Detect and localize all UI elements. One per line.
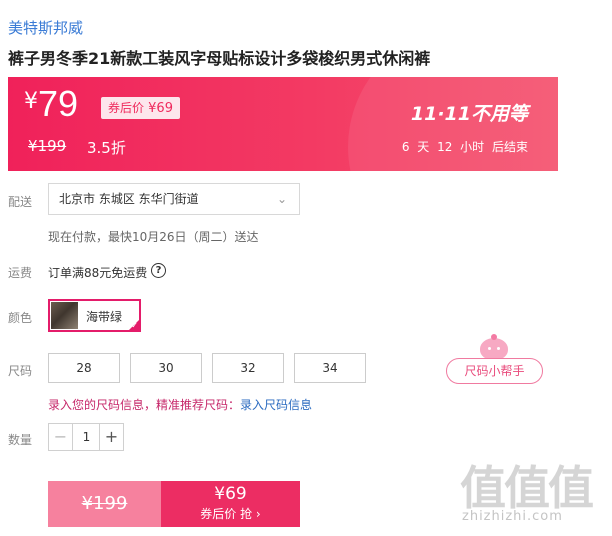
countdown-timer: 6 天 12 小时 后结束: [401, 140, 528, 154]
quantity-stepper: − 1 +: [48, 423, 124, 451]
plus-icon[interactable]: +: [99, 424, 123, 450]
address-select[interactable]: 北京市 东城区 东华门街道 ⌄: [48, 183, 300, 215]
color-option-selected[interactable]: 海带绿 ✓: [48, 299, 141, 332]
size-option-28[interactable]: 28: [48, 353, 120, 383]
size-prompt: 录入您的尺码信息，精准推荐尺码：录入尺码信息: [48, 396, 312, 413]
watermark-url: zhizhizhi.com: [462, 509, 563, 524]
size-option-34[interactable]: 34: [294, 353, 366, 383]
minus-icon[interactable]: −: [49, 424, 73, 450]
quantity-label: 数量: [8, 433, 33, 447]
mascot-icon: [480, 334, 508, 360]
buy-original-price-button[interactable]: ¥199: [48, 481, 161, 527]
size-option-32[interactable]: 32: [212, 353, 284, 383]
color-label: 颜色: [8, 311, 33, 325]
brand-link[interactable]: 美特斯邦威: [8, 17, 83, 38]
help-icon[interactable]: ?: [151, 263, 166, 278]
discount-rate: 3.5折: [87, 139, 126, 157]
site-watermark: 值值值 zhizhizhi.com: [458, 452, 608, 532]
size-helper[interactable]: 尺码小帮手: [446, 334, 543, 384]
size-prompt-link[interactable]: 录入尺码信息: [240, 398, 312, 412]
size-option-30[interactable]: 30: [130, 353, 202, 383]
currency-symbol: ¥: [24, 89, 38, 114]
size-label: 尺码: [8, 364, 33, 378]
mascot-eye: [488, 347, 491, 350]
shipping-label: 运费: [8, 266, 33, 280]
check-icon: ✓: [131, 321, 138, 330]
color-option-label: 海带绿: [86, 310, 123, 324]
size-prompt-text: 录入您的尺码信息，精准推荐尺码：: [48, 398, 241, 412]
buy-coupon-price: ¥69: [214, 484, 247, 504]
address-value: 北京市 东城区 东华门街道: [59, 192, 199, 206]
price-banner: ¥79 券后价 ¥69 ¥199 3.5折 11·11不用等 6 天 12 小时…: [8, 77, 558, 171]
chevron-down-icon: ⌄: [276, 192, 287, 206]
coupon-price: ¥69: [148, 101, 173, 116]
color-swatch-thumbnail: [51, 302, 78, 329]
buy-coupon-button[interactable]: ¥69 券后价 抢 ›: [161, 481, 300, 527]
quantity-input[interactable]: 1: [74, 424, 99, 450]
current-price-value: 79: [38, 83, 79, 124]
size-helper-button[interactable]: 尺码小帮手: [446, 358, 543, 384]
product-title: 裤子男冬季21新款工装风字母贴标设计多袋梭织男式休闲裤: [8, 49, 431, 68]
coupon-label: 券后价: [108, 101, 145, 115]
current-price: ¥79: [24, 83, 78, 125]
delivery-label: 配送: [8, 195, 33, 209]
event-title: 11·11不用等: [410, 103, 528, 125]
original-price: ¥199: [28, 137, 67, 155]
buy-coupon-label: 券后价 抢 ›: [200, 507, 261, 521]
shipping-text: 订单满88元免运费: [48, 266, 148, 280]
mascot-eye: [497, 347, 500, 350]
coupon-price-tag: 券后价 ¥69: [101, 97, 180, 119]
delivery-estimate: 现在付款，最快10月26日（周二）送达: [48, 230, 259, 244]
